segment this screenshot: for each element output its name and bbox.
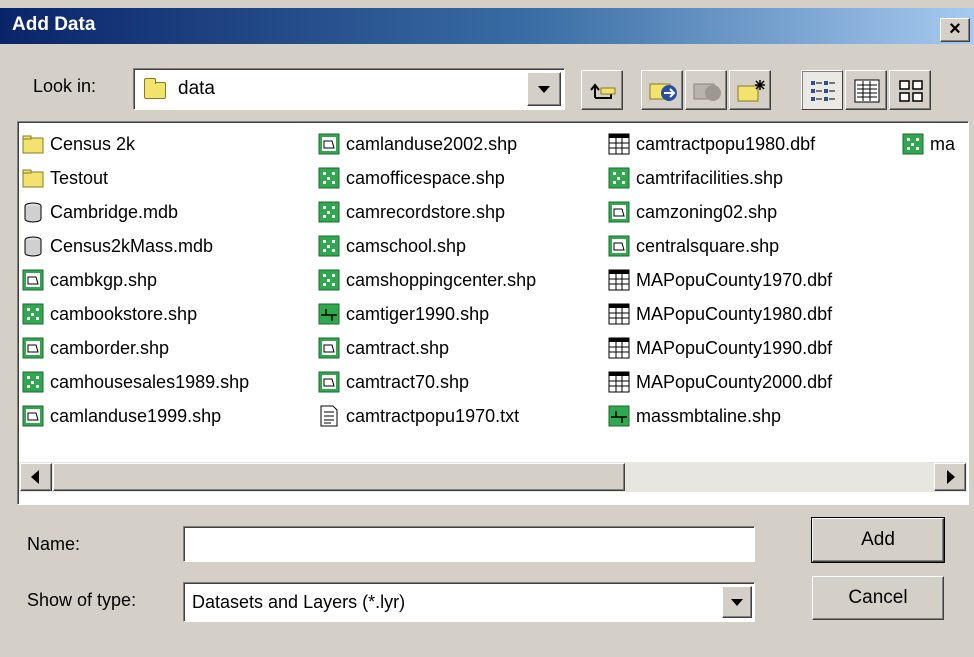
add-button[interactable]: Add bbox=[811, 517, 945, 563]
look-in-label: Look in: bbox=[33, 76, 97, 96]
close-button[interactable]: × bbox=[940, 18, 970, 42]
file-name: cambookstore.shp bbox=[50, 304, 198, 324]
scroll-left-button[interactable] bbox=[20, 463, 52, 491]
file-name: camtrifacilities.shp bbox=[636, 168, 784, 188]
list-view-button[interactable] bbox=[801, 70, 843, 110]
file-name: Census2kMass.mdb bbox=[50, 236, 214, 256]
title-bar[interactable]: Add Data bbox=[0, 8, 974, 44]
point-shapefile-icon bbox=[318, 269, 340, 291]
show-of-type-dropdown-button[interactable] bbox=[722, 586, 752, 618]
file-name: MAPopuCounty1980.dbf bbox=[636, 304, 833, 324]
point-shapefile-icon bbox=[318, 167, 340, 189]
polygon-shapefile-icon bbox=[22, 337, 44, 359]
add-data-dialog: Add Data × Look in: data Census 2k Testo… bbox=[0, 0, 974, 657]
line-shapefile-icon bbox=[608, 405, 630, 427]
file-name: Cambridge.mdb bbox=[50, 202, 179, 222]
file-name: camofficespace.shp bbox=[346, 168, 505, 188]
thumbnails-view-icon bbox=[899, 80, 923, 102]
file-name: camtract70.shp bbox=[346, 372, 470, 392]
file-name: MAPopuCounty2000.dbf bbox=[636, 372, 833, 392]
dialog-title: Add Data bbox=[12, 14, 96, 35]
polygon-shapefile-icon bbox=[608, 201, 630, 223]
file-name: camtractpopu1970.txt bbox=[346, 406, 520, 426]
file-name: MAPopuCounty1990.dbf bbox=[636, 338, 833, 358]
file-name: camshoppingcenter.shp bbox=[346, 270, 537, 290]
file-name: camlanduse1999.shp bbox=[50, 406, 222, 426]
look-in-dropdown-button[interactable] bbox=[527, 72, 561, 106]
new-folder-button[interactable] bbox=[729, 70, 771, 110]
line-shapefile-icon bbox=[318, 303, 340, 325]
file-name: camtiger1990.shp bbox=[346, 304, 490, 324]
connect-to-folder-button[interactable] bbox=[641, 70, 683, 110]
table-icon bbox=[608, 133, 630, 155]
folder-icon bbox=[22, 133, 44, 155]
up-one-level-button[interactable] bbox=[581, 70, 623, 110]
file-name: massmbtaline.shp bbox=[636, 406, 782, 426]
file-name: camtractpopu1980.dbf bbox=[636, 134, 816, 154]
file-name: Census 2k bbox=[50, 134, 136, 154]
polygon-shapefile-icon bbox=[608, 235, 630, 257]
point-shapefile-icon bbox=[608, 167, 630, 189]
folder-icon bbox=[22, 167, 44, 189]
new-folder-icon bbox=[737, 80, 765, 102]
cancel-button[interactable]: Cancel bbox=[812, 576, 944, 620]
table-icon bbox=[608, 371, 630, 393]
polygon-shapefile-icon bbox=[22, 405, 44, 427]
file-name: camschool.shp bbox=[346, 236, 467, 256]
point-shapefile-icon bbox=[22, 303, 44, 325]
table-icon bbox=[608, 269, 630, 291]
geodatabase-icon bbox=[22, 201, 44, 223]
file-name: camhousesales1989.shp bbox=[50, 372, 250, 392]
point-shapefile-icon bbox=[318, 201, 340, 223]
look-in-combobox[interactable]: data bbox=[133, 68, 565, 110]
file-name: ma bbox=[930, 134, 956, 154]
up-folder-icon bbox=[590, 83, 616, 99]
scroll-thumb[interactable] bbox=[53, 463, 625, 491]
connect-folder-icon bbox=[649, 83, 677, 101]
show-of-type-combobox[interactable]: Datasets and Layers (*.lyr) bbox=[183, 582, 755, 622]
show-of-type-value: Datasets and Layers (*.lyr) bbox=[192, 592, 406, 612]
polygon-shapefile-icon bbox=[318, 337, 340, 359]
thumbnails-view-button[interactable] bbox=[889, 70, 931, 110]
file-name: camzoning02.shp bbox=[636, 202, 778, 222]
show-of-type-label: Show of type: bbox=[27, 590, 137, 610]
geodatabase-icon bbox=[22, 235, 44, 257]
details-view-icon bbox=[854, 79, 880, 103]
point-shapefile-icon bbox=[22, 371, 44, 393]
look-in-value: data bbox=[178, 78, 215, 99]
name-label: Name: bbox=[27, 534, 81, 554]
file-name: cambkgp.shp bbox=[50, 270, 158, 290]
file-name: MAPopuCounty1970.dbf bbox=[636, 270, 833, 290]
list-view-icon bbox=[811, 81, 835, 101]
horizontal-scrollbar[interactable] bbox=[19, 462, 967, 492]
file-name: Testout bbox=[50, 168, 109, 188]
polygon-shapefile-icon bbox=[22, 269, 44, 291]
file-list[interactable]: Census 2k Testout Cambridge.mdb Census2kMas… bbox=[17, 121, 969, 505]
polygon-shapefile-icon bbox=[318, 371, 340, 393]
file-name: camrecordstore.shp bbox=[346, 202, 506, 222]
polygon-shapefile-icon bbox=[318, 133, 340, 155]
disconnect-folder-icon bbox=[693, 83, 721, 101]
close-icon: × bbox=[949, 18, 961, 40]
folder-icon bbox=[144, 78, 166, 99]
table-icon bbox=[608, 303, 630, 325]
text-file-icon bbox=[318, 405, 340, 427]
disconnect-from-folder-button[interactable] bbox=[685, 70, 727, 110]
point-shapefile-icon bbox=[902, 133, 924, 155]
scroll-right-button[interactable] bbox=[934, 463, 966, 491]
details-view-button[interactable] bbox=[845, 70, 887, 110]
name-field[interactable] bbox=[183, 526, 755, 562]
file-name: camlanduse2002.shp bbox=[346, 134, 518, 154]
point-shapefile-icon bbox=[318, 235, 340, 257]
file-name: camborder.shp bbox=[50, 338, 170, 358]
file-name: camtract.shp bbox=[346, 338, 450, 358]
file-name: centralsquare.shp bbox=[636, 236, 780, 256]
table-icon bbox=[608, 337, 630, 359]
